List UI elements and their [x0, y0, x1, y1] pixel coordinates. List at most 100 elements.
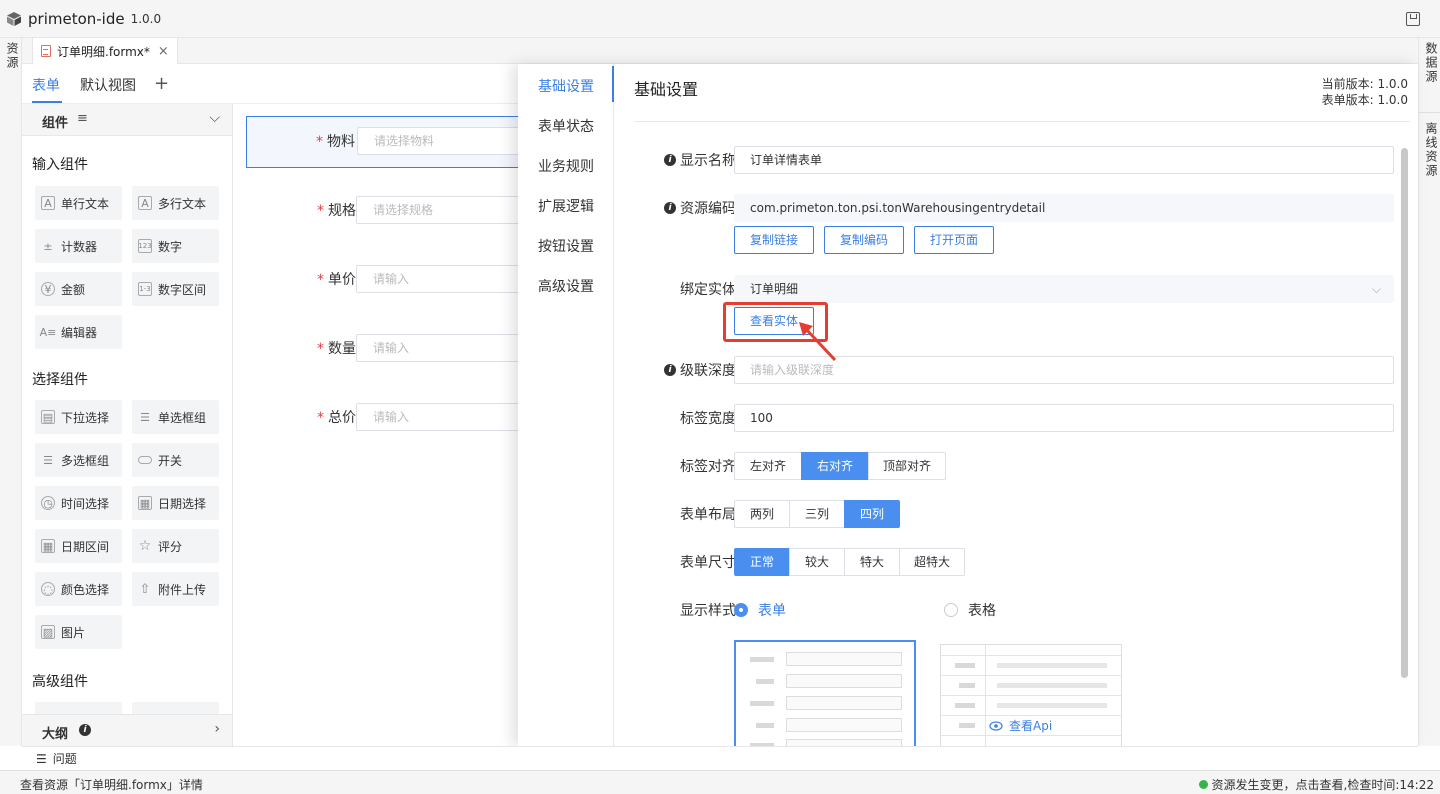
settings-scrollbar[interactable]	[1401, 148, 1408, 678]
form-style-preview[interactable]	[734, 640, 916, 746]
layout-two-columns[interactable]: 两列	[734, 500, 790, 528]
radio-list-icon: ☰	[140, 410, 150, 424]
comp-switch[interactable]: 开关	[132, 443, 219, 477]
resource-change-notice[interactable]: 资源发生变更，点击查看,检查时间:14:22	[1198, 776, 1434, 793]
title-bar: primeton-ide 1.0.0	[0, 0, 1440, 38]
table-style-preview[interactable]: 查看Api	[940, 644, 1122, 746]
radio-dot	[734, 603, 748, 617]
cascade-depth-label: i 级联深度	[664, 360, 736, 380]
field-label: * 物料	[316, 134, 355, 150]
radio-dot	[944, 603, 958, 617]
preview-label-bar	[750, 657, 774, 662]
field-input[interactable]: 请输入	[356, 265, 536, 293]
size-extra-large[interactable]: 特大	[844, 548, 900, 576]
settings-nav-form-state[interactable]: 表单状态	[538, 116, 594, 136]
form-field-row[interactable]: * 数量 请输入	[246, 324, 536, 376]
resource-panel-toggle[interactable]: 资源	[4, 42, 21, 70]
comp-advanced-item[interactable]	[132, 702, 219, 714]
form-field-row[interactable]: * 总价 请输入	[246, 393, 536, 445]
settings-nav-advanced[interactable]: 高级设置	[538, 276, 594, 296]
comp-time-picker[interactable]: ◷ 时间选择	[35, 486, 122, 520]
status-bar: 查看资源「订单明细.formx」详情 资源发生变更，点击查看,检查时间:14:2…	[0, 770, 1440, 794]
size-large[interactable]: 较大	[789, 548, 845, 576]
comp-number-range[interactable]: 1-3 数字区间	[132, 272, 219, 306]
resource-code-label: i 资源编码	[664, 198, 736, 218]
comp-editor[interactable]: A≡ 编辑器	[35, 315, 122, 349]
settings-title: 基础设置	[634, 80, 699, 99]
preview-label-bar	[750, 701, 774, 706]
comp-checkbox-group[interactable]: ☰ 多选框组	[35, 443, 122, 477]
menu-icon[interactable]: ≡	[77, 111, 88, 126]
tab-default-view[interactable]: 默认视图	[80, 75, 136, 95]
palette-icon: ◌	[41, 582, 55, 596]
preview-row-sep	[941, 715, 1121, 716]
copy-code-button[interactable]: 复制编码	[824, 226, 904, 254]
form-layout-group: 两列 三列 四列	[734, 500, 900, 528]
field-input[interactable]: 请选择规格	[356, 196, 536, 224]
number-icon: 123	[138, 239, 152, 253]
field-input[interactable]: 请选择物料	[357, 127, 537, 155]
comp-advanced-item[interactable]	[35, 702, 122, 714]
comp-amount[interactable]: ¥ 金额	[35, 272, 122, 306]
component-panel-header[interactable]: 组件 ≡ ⌵	[22, 104, 232, 136]
problems-bar[interactable]: ☰ 问题	[22, 746, 1418, 770]
preview-row-sep	[941, 695, 1121, 696]
layout-four-columns[interactable]: 四列	[844, 500, 900, 528]
outline-panel[interactable]: 大纲 i ›	[22, 714, 233, 746]
comp-single-line-text[interactable]: A 单行文本	[35, 186, 122, 220]
label-width-input[interactable]: 100	[734, 404, 1394, 432]
field-input[interactable]: 请输入	[356, 403, 536, 431]
settings-nav-basic[interactable]: 基础设置	[538, 76, 594, 96]
info-icon[interactable]: i	[79, 724, 91, 736]
form-field-row[interactable]: * 规格 请选择规格	[246, 186, 536, 238]
style-table-radio[interactable]: 表格	[944, 600, 996, 620]
dropdown-icon: ▤	[41, 410, 55, 424]
datasource-panel-toggle[interactable]: 数据源	[1423, 42, 1440, 84]
comp-radio-group[interactable]: ☰ 单选框组	[132, 400, 219, 434]
comp-rating[interactable]: ☆ 评分	[132, 529, 219, 563]
align-top-option[interactable]: 顶部对齐	[868, 452, 946, 480]
comp-multi-line-text[interactable]: A 多行文本	[132, 186, 219, 220]
comp-number[interactable]: 123 数字	[132, 229, 219, 263]
field-input[interactable]: 请输入	[356, 334, 536, 362]
chevron-right-icon[interactable]: ›	[214, 721, 220, 737]
settings-nav-business-rules[interactable]: 业务规则	[538, 156, 594, 176]
label-align-label: 标签对齐	[680, 459, 736, 475]
annotation-arrow-icon	[799, 322, 837, 362]
open-page-button[interactable]: 打开页面	[914, 226, 994, 254]
outline-title: 大纲	[42, 727, 69, 742]
tab-form[interactable]: 表单	[32, 75, 60, 95]
size-normal[interactable]: 正常	[734, 548, 790, 576]
form-field-row[interactable]: * 物料 请选择物料	[246, 116, 537, 168]
display-name-input[interactable]: 订单详情表单	[734, 146, 1394, 174]
align-left-option[interactable]: 左对齐	[734, 452, 802, 480]
comp-date-picker[interactable]: ▦ 日期选择	[132, 486, 219, 520]
save-icon[interactable]	[1406, 12, 1420, 26]
comp-date-range[interactable]: ▦ 日期区间	[35, 529, 122, 563]
preview-label-bar	[756, 679, 774, 684]
bind-entity-select[interactable]: 订单明细 ⌵	[734, 275, 1394, 303]
add-tab-button[interactable]: +	[154, 73, 169, 94]
form-field-row[interactable]: * 单价 请输入	[246, 255, 536, 307]
layout-three-columns[interactable]: 三列	[789, 500, 845, 528]
settings-nav-extension-logic[interactable]: 扩展逻辑	[538, 196, 594, 216]
size-super-large[interactable]: 超特大	[899, 548, 965, 576]
close-icon[interactable]: ×	[158, 44, 169, 59]
view-api-link[interactable]: 查看Api	[989, 717, 1052, 734]
comp-dropdown[interactable]: ▤ 下拉选择	[35, 400, 122, 434]
required-marker: *	[317, 272, 324, 288]
copy-link-button[interactable]: 复制链接	[734, 226, 814, 254]
comp-image[interactable]: ▨ 图片	[35, 615, 122, 649]
comp-file-upload[interactable]: ⇧ 附件上传	[132, 572, 219, 606]
app-title: primeton-ide	[28, 9, 125, 28]
settings-nav-button-settings[interactable]: 按钮设置	[538, 236, 594, 256]
style-form-radio[interactable]: 表单	[734, 600, 786, 620]
chevron-down-icon[interactable]: ⌵	[209, 110, 220, 126]
preview-row-sep	[941, 655, 1121, 656]
offline-resource-panel-toggle[interactable]: 离线资源	[1423, 122, 1440, 178]
editor-tab-order-detail[interactable]: 订单明细.formx* ×	[32, 38, 178, 64]
comp-color-picker[interactable]: ◌ 颜色选择	[35, 572, 122, 606]
comp-counter[interactable]: ± 计数器	[35, 229, 122, 263]
field-label: * 规格	[317, 203, 356, 219]
align-right-option[interactable]: 右对齐	[801, 452, 869, 480]
